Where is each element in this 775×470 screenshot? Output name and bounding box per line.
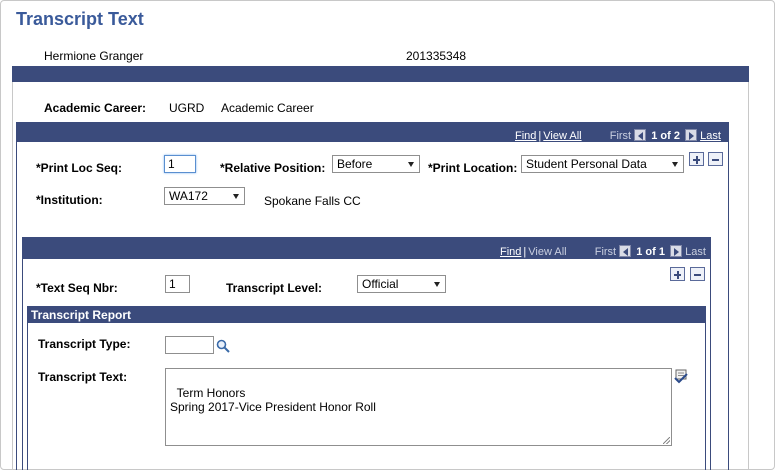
find-link[interactable]: Find [500, 246, 521, 258]
institution-label: *Institution: [36, 193, 103, 207]
print-location-label: *Print Location: [428, 161, 518, 175]
nav-separator: | [538, 130, 542, 142]
transcript-level-value: Official [362, 277, 399, 291]
spellcheck-icon[interactable] [673, 369, 689, 385]
transcript-text-value: Term Honors Spring 2017-Vice President H… [170, 386, 376, 414]
view-all-label: View All [528, 246, 567, 258]
first-label: First [594, 246, 617, 258]
chevron-down-icon [434, 282, 440, 287]
academic-career-description: Academic Career [221, 101, 314, 115]
outer-scroll-nav: Find | View All First 1 of 2 Last [515, 129, 721, 142]
transcript-type-label: Transcript Type: [38, 337, 131, 351]
transcript-type-input[interactable] [165, 336, 214, 354]
student-id: 201335348 [406, 49, 467, 63]
print-loc-seq-input[interactable]: 1 [164, 155, 196, 173]
arrow-left-icon[interactable] [634, 129, 647, 141]
relative-position-value: Before [337, 157, 373, 171]
transcript-level-select[interactable]: Official [357, 275, 446, 293]
add-row-button[interactable] [689, 152, 704, 166]
arrow-left-icon[interactable] [619, 245, 632, 257]
chevron-down-icon [233, 194, 239, 199]
transcript-text-label: Transcript Text: [38, 370, 128, 384]
magnifier-icon[interactable] [216, 339, 230, 353]
chevron-down-icon [672, 162, 678, 167]
student-name: Hermione Granger [44, 49, 144, 63]
academic-career-code: UGRD [169, 101, 205, 115]
institution-description: Spokane Falls CC [264, 194, 361, 208]
institution-select[interactable]: WA172 [164, 187, 245, 205]
first-label: First [609, 130, 632, 142]
transcript-level-label: Transcript Level: [226, 281, 323, 295]
resize-handle[interactable] [663, 437, 670, 444]
header-bar [12, 66, 749, 82]
page-title: Transcript Text [16, 9, 144, 29]
relative-position-label: *Relative Position: [220, 161, 326, 175]
transcript-report-header: Transcript Report [27, 306, 706, 323]
arrow-right-icon[interactable] [670, 245, 683, 257]
last-link[interactable]: Last [700, 130, 721, 142]
view-all-link[interactable]: View All [543, 130, 581, 142]
academic-career-label: Academic Career: [44, 101, 147, 115]
text-seq-input[interactable]: 1 [165, 275, 190, 293]
transcript-text-area[interactable]: Term Honors Spring 2017-Vice President H… [165, 368, 672, 446]
arrow-right-icon[interactable] [685, 129, 698, 141]
find-link[interactable]: Find [515, 130, 536, 142]
inner-scroll-nav: Find | View All First 1 of 1 Last [500, 245, 706, 258]
row-count: 1 of 2 [651, 130, 680, 142]
nav-separator: | [523, 246, 527, 258]
print-location-value: Student Personal Data [526, 157, 647, 171]
text-seq-label: *Text Seq Nbr: [36, 281, 118, 295]
last-label: Last [685, 246, 706, 258]
add-text-row-button[interactable] [670, 267, 685, 281]
delete-text-row-button[interactable] [690, 267, 705, 281]
relative-position-select[interactable]: Before [332, 155, 420, 173]
print-location-select[interactable]: Student Personal Data [521, 155, 684, 173]
print-loc-seq-label: *Print Loc Seq: [36, 161, 123, 175]
institution-value: WA172 [169, 189, 208, 203]
delete-row-button[interactable] [708, 152, 723, 166]
chevron-down-icon [408, 162, 414, 167]
row-count: 1 of 1 [636, 246, 665, 258]
